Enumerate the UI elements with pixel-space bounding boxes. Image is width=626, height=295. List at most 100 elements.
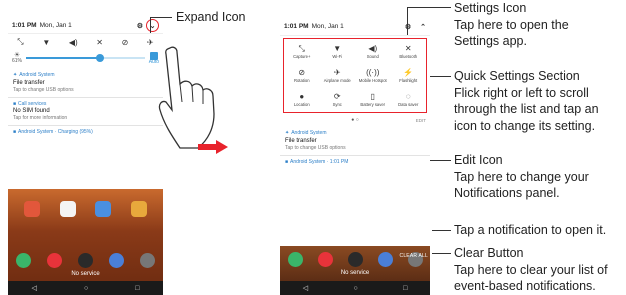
home-screen: CLEAR ALL No service ◁ ○ □ — [280, 246, 430, 295]
screenshot-icon: ■ — [285, 158, 289, 165]
android-icon: ✦ — [285, 130, 290, 136]
notification-screenshot[interactable]: ■ Android System · 1:01 PM — [280, 156, 430, 169]
callout-line: Tap here to clear your list of — [454, 262, 608, 277]
camera-app-icon[interactable] — [140, 253, 155, 268]
browser-app-icon[interactable] — [109, 253, 124, 268]
quick-settings-callout: Quick Settings Section Flick right or le… — [454, 68, 599, 134]
qs-tile-label: Sound — [366, 53, 379, 59]
expand-icon-leader — [150, 17, 151, 33]
home-icon[interactable]: ○ — [84, 285, 88, 292]
app-icon-tasks[interactable] — [131, 201, 148, 217]
edit-button[interactable]: EDIT — [416, 118, 426, 123]
qs-tile-label: Wi-Fi — [332, 53, 343, 59]
clear-all-button[interactable]: CLEAR ALL — [400, 253, 428, 259]
callout-line: Flick right or left to scroll — [454, 85, 589, 100]
brightness-knob[interactable] — [95, 54, 104, 62]
notification-file-transfer[interactable]: ✦ Android System File transfer Tap to cha… — [280, 127, 430, 156]
expand-icon-callout: Expand Icon — [176, 10, 246, 24]
qs-tile-rotation[interactable]: ⊘ Rotation — [284, 65, 320, 86]
qs-tile-location[interactable]: ● Location — [284, 89, 320, 110]
rotation-icon[interactable]: ⊘ — [122, 38, 129, 47]
app-icon-play-store[interactable] — [59, 201, 76, 217]
collapse-icon[interactable]: ⌃ — [420, 23, 426, 31]
nav-bar: ◁ ○ □ — [8, 281, 163, 295]
messages-app-icon[interactable] — [47, 253, 62, 268]
brightness-slider[interactable]: ☀ 61% Auto — [8, 50, 163, 66]
tap-notification-leader — [432, 230, 451, 231]
notification-file-transfer[interactable]: ✦ Android System File transfer Tap to cha… — [8, 69, 163, 98]
status-date: Mon, Jan 1 — [311, 23, 344, 30]
back-icon[interactable]: ◁ — [303, 284, 308, 292]
data-saver-icon: ◌ — [405, 91, 411, 101]
back-icon[interactable]: ◁ — [32, 284, 37, 292]
bluetooth-icon[interactable]: ✕ — [96, 38, 103, 47]
bluetooth-icon: ✕ — [404, 43, 412, 53]
notification-call-services[interactable]: ■ Call services No SIM found Tap for more… — [8, 98, 163, 127]
recents-icon[interactable]: □ — [403, 285, 407, 292]
quick-settings-pager: ● ○ EDIT — [280, 113, 430, 127]
brightness-fill — [26, 57, 100, 59]
dock — [8, 253, 163, 268]
callout-title: Edit Icon — [454, 153, 503, 167]
edit-icon-leader — [430, 160, 451, 161]
wifi-icon: ▼ — [333, 43, 342, 53]
notification-source: Android System — [291, 130, 327, 136]
home-icon[interactable]: ○ — [353, 285, 357, 292]
app-icon-web[interactable] — [95, 201, 112, 217]
qs-tile-battery-saver[interactable]: ▯ Battery saver — [355, 89, 391, 110]
expand-icon[interactable]: ⌄ — [146, 19, 159, 32]
callout-line: Tap here to change your — [454, 169, 589, 184]
notification-charging[interactable]: ■ Android System · Charging (95%) — [8, 126, 163, 139]
callout-line: Tap here to open the — [454, 17, 569, 32]
qs-tile-capture-plus[interactable]: ⤡ Capture+ — [284, 41, 320, 62]
quick-settings-leader — [430, 76, 451, 77]
qs-tile-bluetooth[interactable]: ✕ Bluetooth — [391, 41, 427, 62]
battery-icon: ■ — [13, 129, 17, 136]
capture-plus-icon: ⤡ — [298, 43, 305, 53]
callout-line: Settings app. — [454, 34, 527, 48]
phone-left: 1:01 PM Mon, Jan 1 ⚙ ⌄ ⤡ ▼ ◀) ✕ ⊘ ✈ ☀ 61… — [8, 18, 163, 295]
callout-line: event-based notifications. — [454, 279, 596, 293]
status-date: Mon, Jan 1 — [39, 22, 72, 29]
rotation-icon: ⊘ — [298, 67, 306, 77]
capture-plus-icon[interactable]: ⤡ — [17, 37, 23, 47]
brightness-percent: 61% — [12, 58, 23, 64]
chrome-app-icon[interactable] — [78, 253, 93, 268]
qs-tile-wifi[interactable]: ▼ Wi-Fi — [320, 41, 356, 62]
flashlight-icon: ⚡ — [403, 67, 414, 77]
quick-settings-section: ⤡ Capture+ ▼ Wi-Fi ◀) Sound ✕ Bluetooth ⊘ Rotatio… — [283, 38, 427, 113]
qs-tile-flashlight[interactable]: ⚡ Flashlight — [391, 65, 427, 86]
app-icon-gallery[interactable] — [23, 201, 40, 217]
phone-app-icon[interactable] — [287, 252, 303, 267]
status-time: 1:01 PM — [284, 23, 309, 30]
expand-icon-leader — [150, 17, 172, 18]
settings-icon-callout: Settings Icon Tap here to open the Setti… — [454, 0, 569, 50]
chrome-app-icon[interactable] — [347, 252, 363, 267]
qs-tile-label: Bluetooth — [399, 53, 418, 59]
qs-tile-label: Location — [293, 101, 310, 107]
settings-icon-leader — [407, 7, 408, 35]
wifi-icon[interactable]: ▼ — [42, 38, 50, 47]
qs-tile-data-saver[interactable]: ◌ Data saver — [391, 89, 427, 110]
qs-tile-hotspot[interactable]: ((·)) Mobile Hotspot — [355, 65, 391, 86]
sim-icon: ■ — [13, 100, 17, 107]
notification-source: Android System · 1:01 PM — [290, 158, 349, 165]
qs-tile-airplane[interactable]: ✈ Airplane mode — [320, 65, 356, 86]
qs-tile-sync[interactable]: ⟳ Sync — [320, 89, 356, 110]
phone-app-icon[interactable] — [16, 253, 31, 268]
brightness-track[interactable] — [26, 54, 145, 62]
qs-tile-sound[interactable]: ◀) Sound — [355, 41, 391, 62]
sound-icon[interactable]: ◀) — [69, 38, 78, 47]
qs-tile-label: Mobile Hotspot — [358, 77, 387, 83]
messages-app-icon[interactable] — [317, 252, 333, 267]
hand-pointer-illustration — [158, 46, 215, 149]
page-dots: ● ○ — [351, 117, 359, 123]
browser-app-icon[interactable] — [377, 252, 393, 267]
recents-icon[interactable]: □ — [135, 285, 139, 292]
hotspot-icon: ((·)) — [366, 67, 380, 77]
callout-line: Notifications panel. — [454, 186, 560, 200]
status-bar: 1:01 PM Mon, Jan 1 ⚙ ⌄ — [8, 18, 163, 34]
notification-source: Android System — [19, 72, 55, 78]
phone-right: 1:01 PM Mon, Jan 1 ⚙ ⌃ ⤡Capture+▼Wi-Fi◀)… — [280, 18, 430, 295]
gear-icon[interactable]: ⚙ — [137, 22, 143, 30]
